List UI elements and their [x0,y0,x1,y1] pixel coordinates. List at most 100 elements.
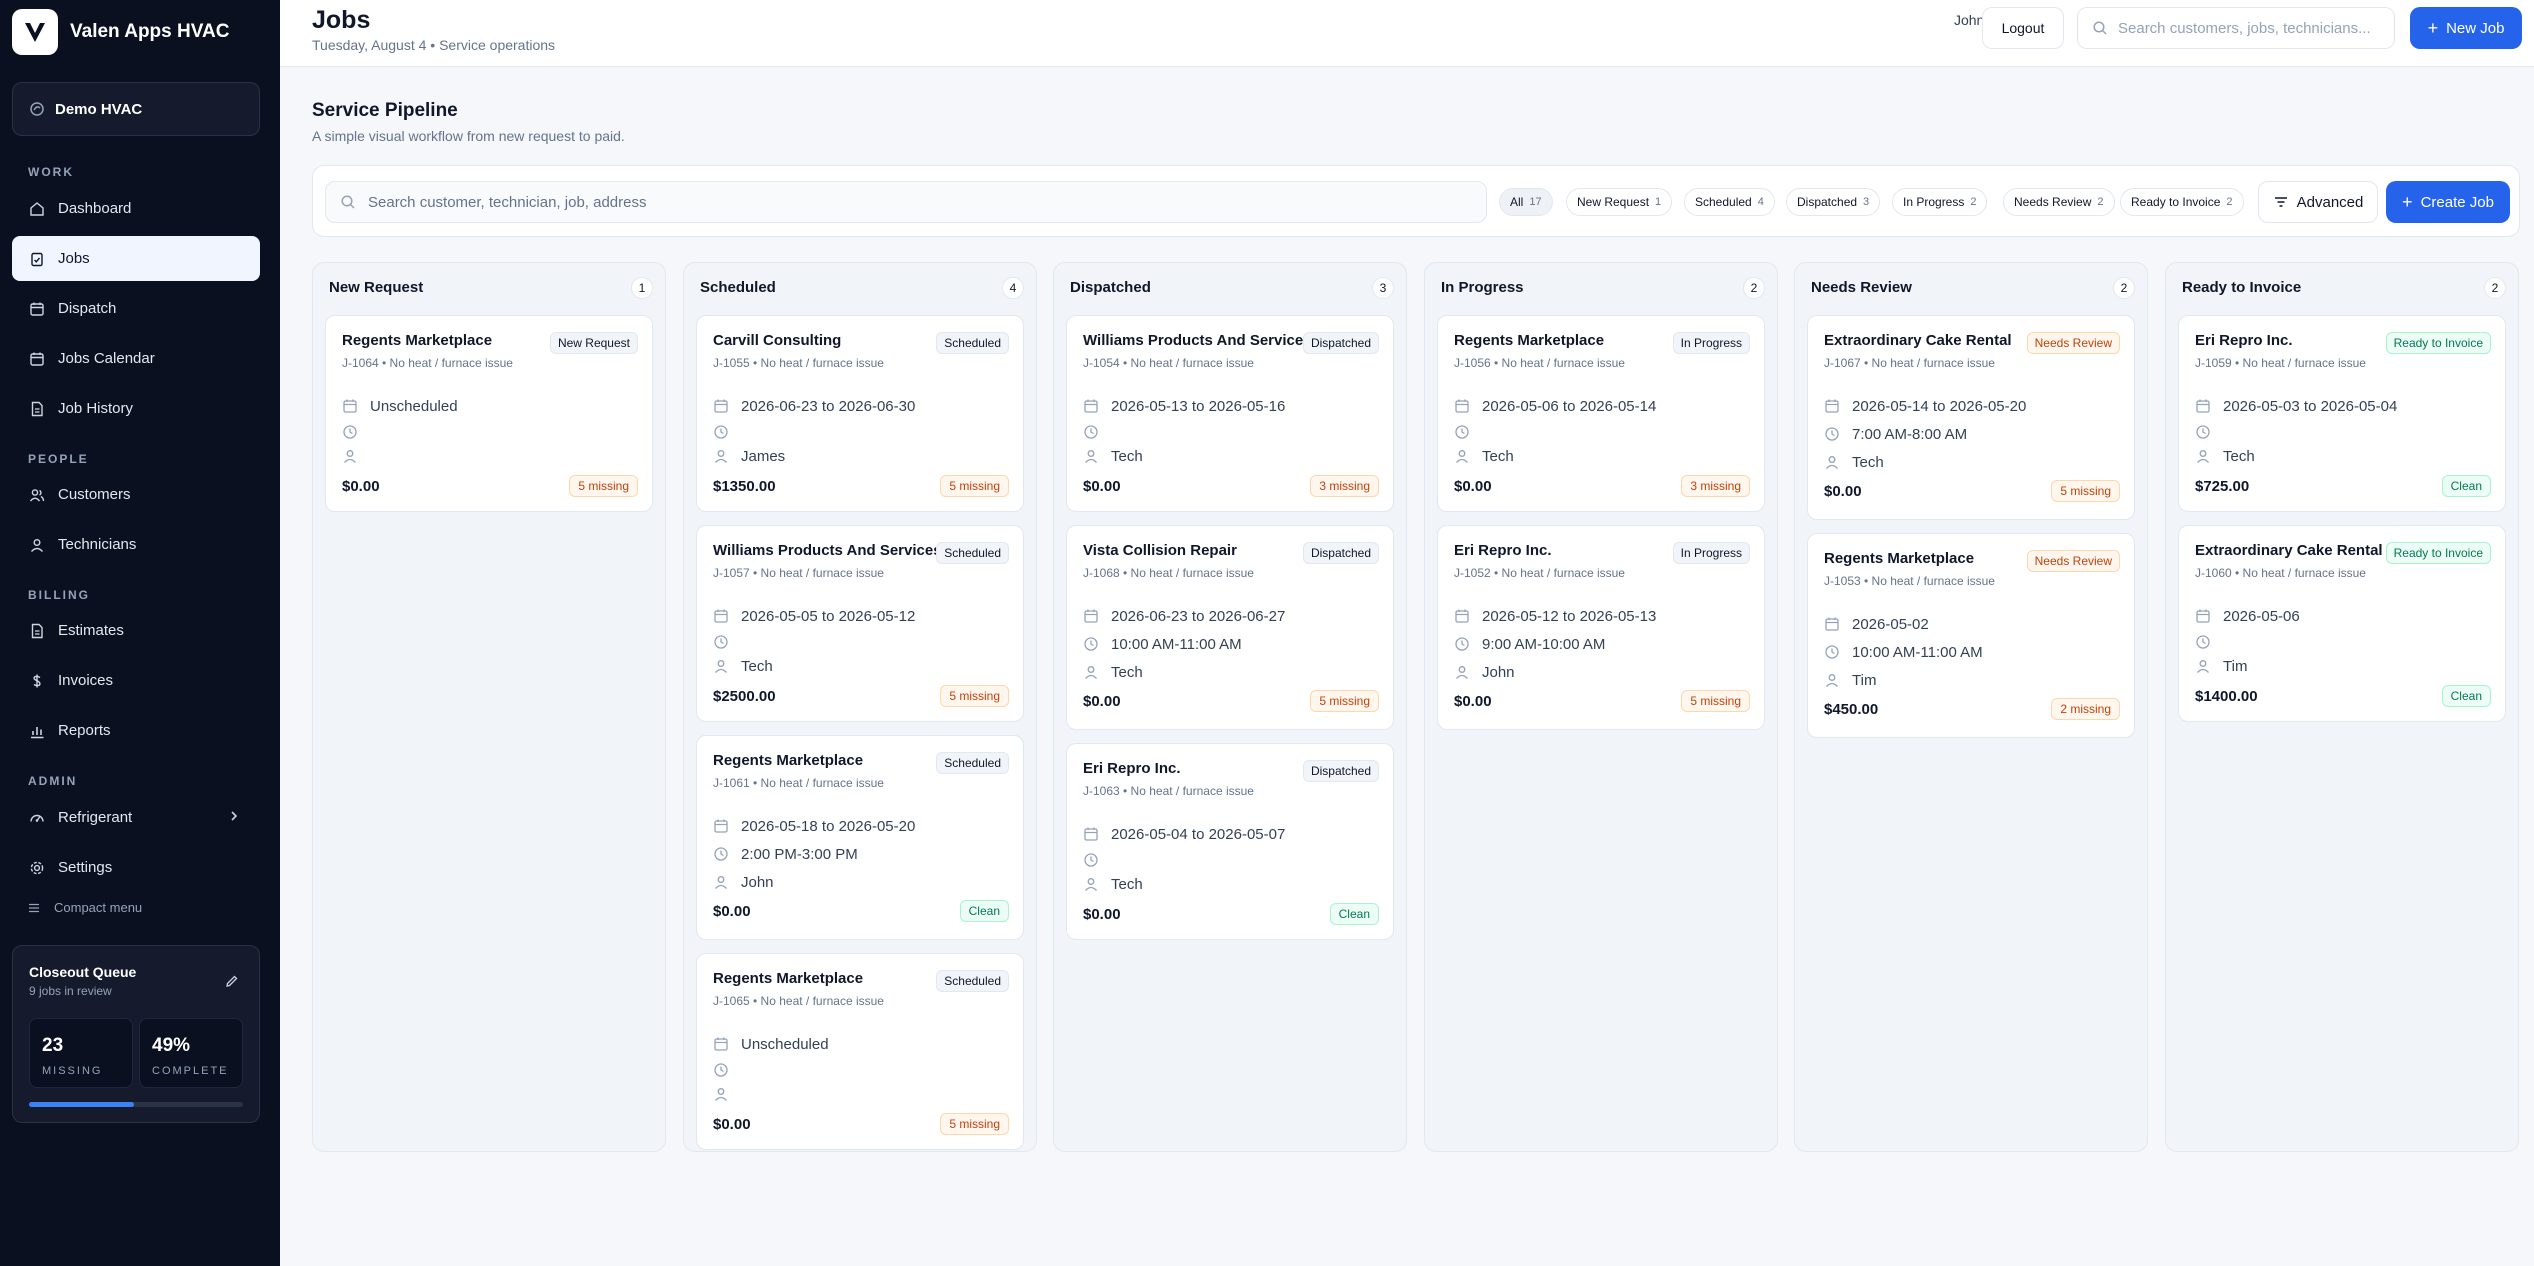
job-status-badge: Dispatched [1302,760,1379,782]
sidebar-item-label: Refrigerant [58,809,133,826]
job-date-row: 2026-05-03 to 2026-05-04 [2195,396,2397,416]
job-date: 2026-05-06 to 2026-05-14 [1482,397,1657,415]
job-card[interactable]: Carvill Consulting J-1055 • No heat / fur… [696,315,1024,512]
sidebar-item-jobs-calendar[interactable]: Jobs Calendar [12,336,260,381]
job-time-row: 10:00 AM-11:00 AM [1824,642,1983,662]
pipeline-search-input[interactable] [368,193,1468,211]
sidebar-item-settings[interactable]: Settings [12,845,260,890]
filter-chip-all[interactable]: All 17 [1499,188,1553,216]
job-status-badge: Needs Review [2026,550,2120,572]
filter-chip-ready-to-invoice[interactable]: Ready to Invoice 2 [2120,188,2244,216]
org-switcher[interactable]: Demo HVAC [12,82,260,136]
job-customer-name: Regents Marketplace [1454,332,1605,349]
sidebar-item-job-history[interactable]: Job History [12,386,260,431]
user-icon [1454,448,1470,464]
job-customer-name: Regents Marketplace [1824,550,1975,567]
job-card[interactable]: Williams Products And Services J-1057 • N… [696,525,1024,722]
job-missing-tag: 5 missing [2051,480,2120,502]
column-title: In Progress [1441,279,1524,296]
job-status-badge: Scheduled [936,752,1009,774]
chip-count: 17 [1529,196,1542,208]
clock-icon [1824,644,1840,660]
job-card[interactable]: Regents Marketplace J-1064 • No heat / fu… [325,315,653,512]
job-missing-tag: Clean [2441,475,2491,497]
job-status-badge: Scheduled [936,542,1009,564]
job-date-row: Unscheduled [713,1034,829,1054]
advanced-filter-button[interactable]: Advanced [2258,181,2378,223]
filter-chip-dispatched[interactable]: Dispatched 3 [1786,188,1881,216]
job-card[interactable]: Extraordinary Cake Rental J-1060 • No hea… [2178,525,2506,722]
job-card[interactable]: Williams Products And Services J-1054 • N… [1066,315,1394,512]
sidebar-item-label: Dispatch [58,300,117,317]
user-icon [713,448,729,464]
job-date-row: 2026-05-18 to 2026-05-20 [713,816,915,836]
job-date: 2026-06-23 to 2026-06-30 [741,397,916,415]
job-card[interactable]: Eri Repro Inc. J-1052 • No heat / furnace… [1437,525,1765,730]
global-search[interactable] [2077,7,2395,49]
job-time: 10:00 AM-11:00 AM [1852,643,1983,661]
pencil-icon[interactable] [225,974,239,993]
job-date: 2026-05-18 to 2026-05-20 [741,817,916,835]
job-customer-name: Extraordinary Cake Rental [1824,332,2012,349]
job-card[interactable]: Regents Marketplace J-1061 • No heat / fu… [696,735,1024,940]
compact-menu-toggle[interactable]: Compact menu [28,900,142,915]
sidebar-item-refrigerant[interactable]: Refrigerant [12,795,260,840]
calendar-icon [28,350,46,368]
calendar-icon [2195,608,2211,624]
job-date-row: 2026-05-04 to 2026-05-07 [1083,824,1285,844]
home-icon [28,200,46,218]
job-card[interactable]: Eri Repro Inc. J-1059 • No heat / furnace… [2178,315,2506,512]
brand[interactable]: Valen Apps HVAC [12,9,229,55]
sidebar-item-reports[interactable]: Reports [12,708,260,753]
job-card[interactable]: Regents Marketplace J-1056 • No heat / fu… [1437,315,1765,512]
missing-stat: 23 MISSING [29,1018,133,1088]
job-time-row [713,1060,741,1080]
job-time: 2:00 PM-3:00 PM [741,845,858,863]
job-customer-name: Regents Marketplace [713,752,864,769]
filter-chip-new-request[interactable]: New Request 1 [1566,188,1673,216]
page-title: Jobs [312,6,371,34]
sidebar-item-customers[interactable]: Customers [12,472,260,517]
filter-chip-scheduled[interactable]: Scheduled 4 [1684,188,1775,216]
clock-icon [713,1062,729,1078]
job-customer-name: Regents Marketplace [342,332,493,349]
clock-icon [342,424,358,440]
complete-stat: 49% COMPLETE [139,1018,243,1088]
sidebar-item-estimates[interactable]: Estimates [12,608,260,653]
job-tech-row: John [1454,662,1515,682]
job-subtitle: J-1057 • No heat / furnace issue [713,566,884,580]
logout-button[interactable]: Logout [1982,7,2064,49]
job-subtitle: J-1052 • No heat / furnace issue [1454,566,1625,580]
calendar-icon [713,608,729,624]
calendar-icon [713,398,729,414]
chip-count: 3 [1863,196,1870,208]
job-card[interactable]: Regents Marketplace J-1053 • No heat / fu… [1807,533,2135,738]
column-title: New Request [329,279,424,296]
job-card[interactable]: Regents Marketplace J-1065 • No heat / fu… [696,953,1024,1150]
pipeline-search[interactable] [325,181,1487,223]
sidebar-item-label: Dashboard [58,200,132,217]
job-technician: Tech [2223,447,2255,465]
job-time-row: 10:00 AM-11:00 AM [1083,634,1242,654]
create-job-button[interactable]: + Create Job [2386,181,2510,223]
job-card[interactable]: Vista Collision Repair J-1068 • No heat /… [1066,525,1394,730]
sidebar-item-jobs[interactable]: Jobs [12,236,260,281]
sidebar-item-dashboard[interactable]: Dashboard [12,186,260,231]
sidebar-item-dispatch[interactable]: Dispatch [12,286,260,331]
job-status-badge: Dispatched [1302,542,1379,564]
filter-chip-needs-review[interactable]: Needs Review 2 [2003,188,2115,216]
sidebar-item-invoices[interactable]: Invoices [12,658,260,703]
job-amount: $0.00 [1083,906,1121,923]
dollar-icon [28,672,46,690]
header: Jobs Tuesday, August 4 • Service operati… [280,0,2534,67]
job-card[interactable]: Eri Repro Inc. J-1063 • No heat / furnace… [1066,743,1394,940]
sidebar-item-technicians[interactable]: Technicians [12,522,260,567]
job-date-row: 2026-06-23 to 2026-06-30 [713,396,915,416]
job-card[interactable]: Extraordinary Cake Rental J-1067 • No hea… [1807,315,2135,520]
new-job-button[interactable]: + New Job [2410,7,2522,49]
job-status-badge: In Progress [1672,332,1750,354]
global-search-input[interactable] [2118,19,2388,37]
chip-label: All [1510,195,1524,209]
job-technician: Tech [1111,447,1143,465]
filter-chip-in-progress[interactable]: In Progress 2 [1892,188,1988,216]
